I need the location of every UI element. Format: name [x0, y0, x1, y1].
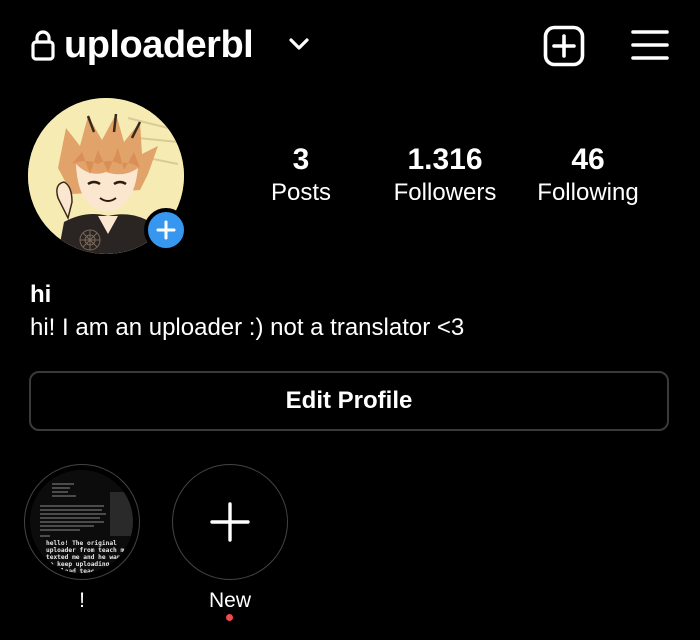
edit-profile-button[interactable]: Edit Profile: [29, 371, 669, 431]
highlight-cover[interactable]: hello! The original uploader from teach …: [24, 464, 140, 580]
highlight-cover-text: hello! The original uploader from teach …: [46, 540, 128, 573]
chevron-down-icon[interactable]: [288, 36, 310, 52]
following-label: Following: [537, 179, 639, 206]
display-name: hi: [30, 281, 52, 308]
bio-text: hi! I am an uploader :) not a translator…: [30, 314, 465, 341]
followers-count: 1.316: [407, 143, 483, 176]
new-highlight-button[interactable]: New: [172, 464, 288, 614]
new-indicator-dot: [226, 614, 233, 621]
plus-icon: [156, 220, 176, 240]
username[interactable]: uploaderbl: [64, 22, 254, 68]
hamburger-menu-icon[interactable]: [631, 28, 669, 62]
new-highlight-label: New: [208, 589, 251, 612]
add-story-button[interactable]: [144, 208, 188, 252]
posts-count: 3: [292, 143, 310, 176]
following-count: 46: [571, 143, 605, 176]
story-highlight[interactable]: hello! The original uploader from teach …: [24, 464, 140, 614]
plus-square-icon[interactable]: [543, 25, 585, 67]
lock-icon: [31, 30, 55, 61]
plus-icon: [210, 502, 250, 542]
followers-stat[interactable]: 1.316 Followers: [365, 142, 525, 208]
posts-stat[interactable]: 3 Posts: [221, 142, 381, 208]
following-stat[interactable]: 46 Following: [508, 142, 668, 208]
highlight-cover-image: hello! The original uploader from teach …: [30, 470, 133, 573]
posts-label: Posts: [270, 179, 332, 206]
followers-label: Followers: [393, 179, 497, 206]
profile-header: uploaderbl: [0, 0, 700, 92]
new-highlight-circle[interactable]: [172, 464, 288, 580]
highlight-label: !: [79, 589, 85, 612]
